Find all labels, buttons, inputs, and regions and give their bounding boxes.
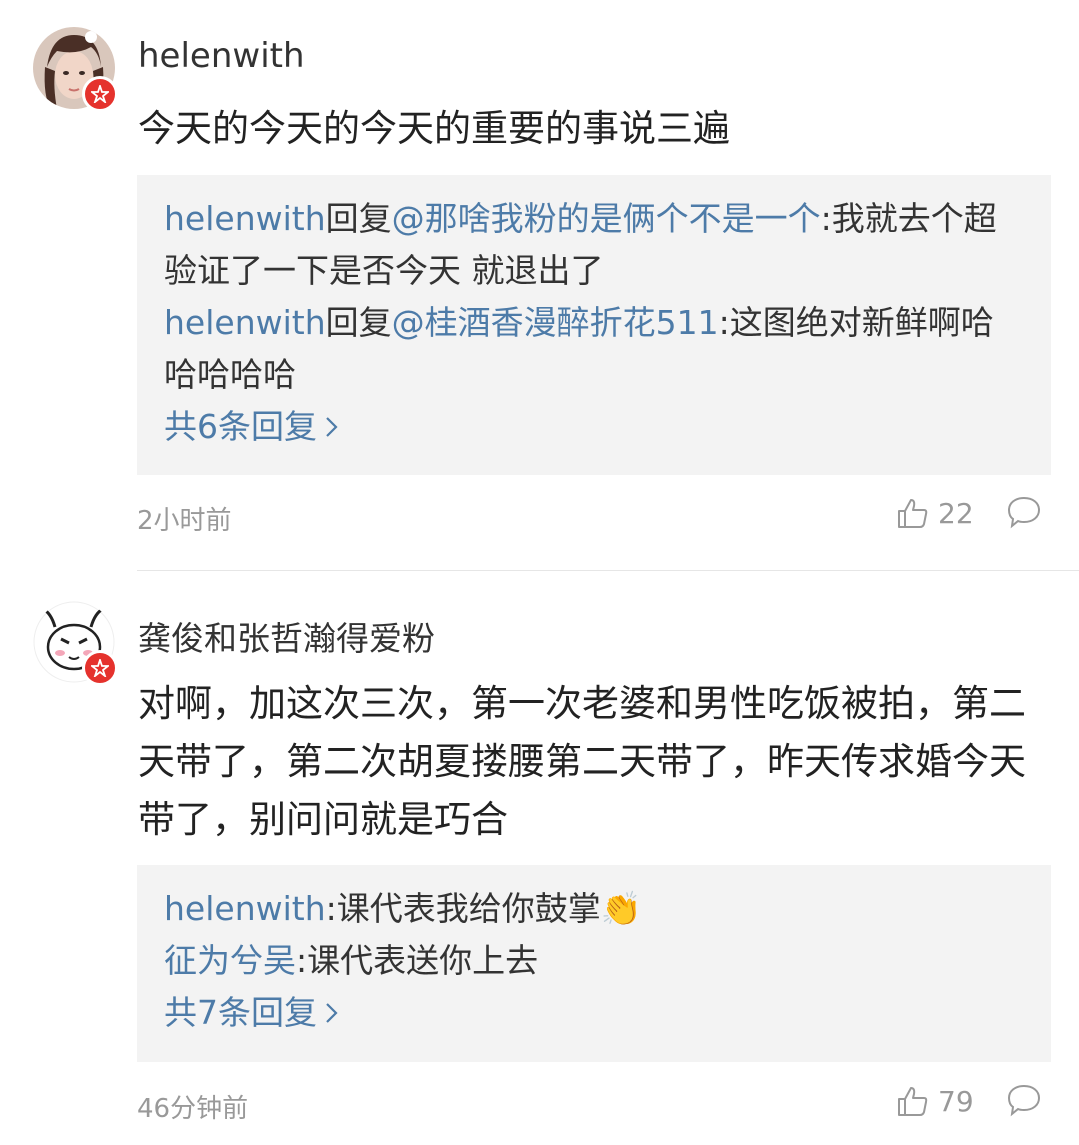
- speech-bubble-icon: [1007, 496, 1041, 529]
- reply-username[interactable]: helenwith: [164, 889, 326, 928]
- reply-item[interactable]: helenwith回复@那啥我粉的是俩个不是一个:我就去个超验证了一下是否今天 …: [164, 193, 1025, 297]
- avatar[interactable]: [33, 601, 118, 686]
- reply-item[interactable]: 征为兮吴:课代表送你上去: [164, 935, 1025, 987]
- comment-username[interactable]: helenwith: [138, 36, 305, 76]
- reply-button[interactable]: [1006, 494, 1042, 534]
- comment-username[interactable]: 龚俊和张哲瀚得爱粉: [138, 612, 435, 660]
- chevron-right-icon: [326, 1003, 338, 1023]
- more-replies-link[interactable]: 共6条回复: [164, 401, 339, 453]
- speech-bubble-icon: [1007, 1084, 1041, 1117]
- thumbs-up-icon: [898, 499, 928, 528]
- more-replies-label: 共6条回复: [164, 407, 317, 446]
- reply-item[interactable]: helenwith回复@桂酒香漫醉折花511:这图绝对新鲜啊哈哈哈哈哈: [164, 297, 1025, 401]
- like-count: 79: [938, 1084, 974, 1118]
- reply-preview-box[interactable]: helenwith回复@那啥我粉的是俩个不是一个:我就去个超验证了一下是否今天 …: [137, 175, 1051, 475]
- reply-content: :课代表我给你鼓掌👏: [325, 889, 642, 928]
- reply-item[interactable]: helenwith:课代表我给你鼓掌👏: [164, 883, 1025, 935]
- comment-time: 2小时前: [137, 506, 232, 536]
- reply-prefix: 回复: [325, 303, 392, 342]
- reply-prefix: 回复: [325, 199, 392, 238]
- reply-username[interactable]: helenwith: [164, 199, 326, 238]
- like-button[interactable]: 22: [896, 496, 974, 530]
- reply-mention[interactable]: @桂酒香漫醉折花511: [392, 303, 719, 342]
- comment-time: 46分钟前: [137, 1094, 249, 1124]
- more-replies-label: 共7条回复: [164, 993, 317, 1032]
- reply-username[interactable]: 征为兮吴: [164, 941, 296, 980]
- comment-text: 对啊，加这次三次，第一次老婆和男性吃饭被拍，第二天带了，第二次胡夏搂腰第二天带了…: [138, 682, 1026, 841]
- like-button[interactable]: 79: [896, 1084, 974, 1118]
- verified-badge-icon: [82, 650, 118, 686]
- thumbs-up-icon: [898, 1087, 928, 1116]
- more-replies-link[interactable]: 共7条回复: [164, 987, 339, 1039]
- comment-text: 今天的今天的今天的重要的事说三遍: [138, 107, 730, 150]
- chevron-right-icon: [326, 417, 338, 437]
- reply-mention[interactable]: @那啥我粉的是俩个不是一个: [392, 199, 821, 238]
- avatar[interactable]: [33, 27, 118, 112]
- reply-username[interactable]: helenwith: [164, 303, 326, 342]
- verified-badge-icon: [82, 76, 118, 112]
- like-count: 22: [938, 496, 974, 530]
- reply-preview-box[interactable]: helenwith:课代表我给你鼓掌👏 征为兮吴:课代表送你上去 共7条回复: [137, 865, 1051, 1062]
- comment-meta: 2小时前 22: [0, 497, 1079, 540]
- reply-button[interactable]: [1006, 1082, 1042, 1122]
- reply-content: :课代表送你上去: [296, 941, 539, 980]
- comment-meta: 46分钟前 79: [0, 1085, 1079, 1128]
- divider: [137, 570, 1079, 571]
